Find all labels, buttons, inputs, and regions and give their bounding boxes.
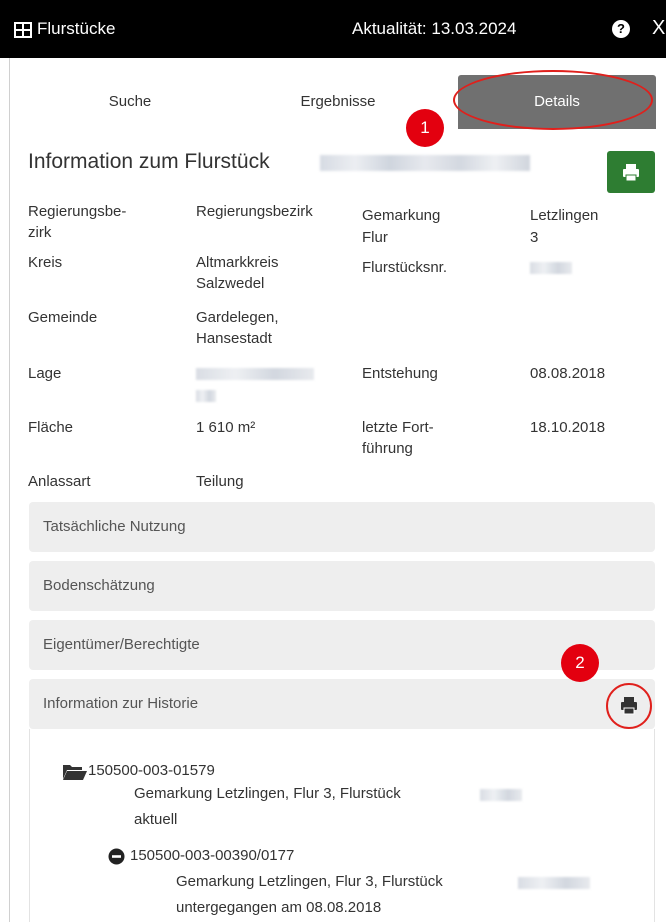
value-letzte-fortfuehrung: 18.10.2018 <box>530 419 606 436</box>
folder-open-icon <box>63 765 87 780</box>
label-gemarkung: Gemarkung <box>362 207 441 224</box>
history-child-desc: Gemarkung Letzlingen, Flur 3, Flurstück <box>176 873 443 890</box>
tab-ergebnisse[interactable]: Ergebnisse <box>258 75 418 129</box>
value-anlassart: Teilung <box>196 473 244 490</box>
accordion-tatsaechliche-nutzung[interactable]: Tatsächliche Nutzung <box>29 502 655 552</box>
accordion-bodenschaetzung[interactable]: Bodenschätzung <box>29 561 655 611</box>
step-badge-2: 2 <box>561 644 599 682</box>
historie-panel <box>29 729 655 922</box>
minus-circle-icon[interactable] <box>108 848 125 865</box>
value-kreis: Altmarkkreis Salzwedel <box>196 254 279 292</box>
value-regierungsbezirk: Regierungsbezirk <box>196 203 313 220</box>
value-flur: 3 <box>530 229 539 246</box>
redacted-lage-1 <box>196 368 314 380</box>
redacted-root-flurstueck <box>480 789 522 801</box>
details-highlight-ellipse <box>453 70 653 130</box>
accordion-historie[interactable]: Information zur Historie <box>29 679 655 729</box>
help-icon[interactable]: ? <box>612 20 630 38</box>
value-gemeinde: Gardelegen, Hansestadt <box>196 309 279 347</box>
value-flaeche: 1 610 m² <box>196 419 256 436</box>
window-title: Flurstücke <box>37 19 116 38</box>
info-title: Information zum Flurstück <box>28 150 270 173</box>
label-anlassart: Anlassart <box>28 473 91 490</box>
titlebar: Flurstücke Aktualität: 13.03.2024 ? X <box>0 0 666 58</box>
value-gemarkung: Letzlingen <box>530 207 599 224</box>
label-flur: Flur <box>362 229 388 246</box>
redacted-flurstuecksnr <box>530 262 572 274</box>
label-regierungsbezirk: Regierungsbe- zirk <box>28 203 127 241</box>
grid-icon <box>14 22 32 38</box>
value-entstehung: 08.08.2018 <box>530 365 606 382</box>
history-root-id[interactable]: 150500-003-01579 <box>88 760 215 781</box>
label-lage: Lage <box>28 365 62 382</box>
label-letzte-fortfuehrung: letzte Fort- führung <box>362 419 434 457</box>
label-flaeche: Fläche <box>28 419 74 436</box>
history-root-desc: Gemarkung Letzlingen, Flur 3, Flurstück <box>134 785 401 802</box>
printer-icon <box>623 164 639 182</box>
redacted-child-flurstueck <box>518 877 590 889</box>
history-child-status: untergegangen am 08.08.2018 <box>176 899 382 916</box>
label-kreis: Kreis <box>28 254 63 271</box>
redacted-flurstueck-id <box>320 155 530 171</box>
label-gemeinde: Gemeinde <box>28 309 98 326</box>
history-root-status: aktuell <box>134 811 178 828</box>
panel-border <box>9 58 10 922</box>
tab-suche[interactable]: Suche <box>60 75 200 129</box>
label-entstehung: Entstehung <box>362 365 438 382</box>
print-button[interactable] <box>607 151 655 193</box>
close-icon[interactable]: X <box>652 17 665 40</box>
aktualitaet-text: Aktualität: 13.03.2024 <box>352 19 517 38</box>
redacted-lage-2 <box>196 390 216 402</box>
label-flurstuecksnr: Flurstücksnr. <box>362 259 448 276</box>
history-child-id[interactable]: 150500-003-00390/0177 <box>130 845 294 866</box>
historie-print-button[interactable] <box>606 683 652 729</box>
printer-icon <box>621 697 637 715</box>
step-badge-1: 1 <box>406 109 444 147</box>
